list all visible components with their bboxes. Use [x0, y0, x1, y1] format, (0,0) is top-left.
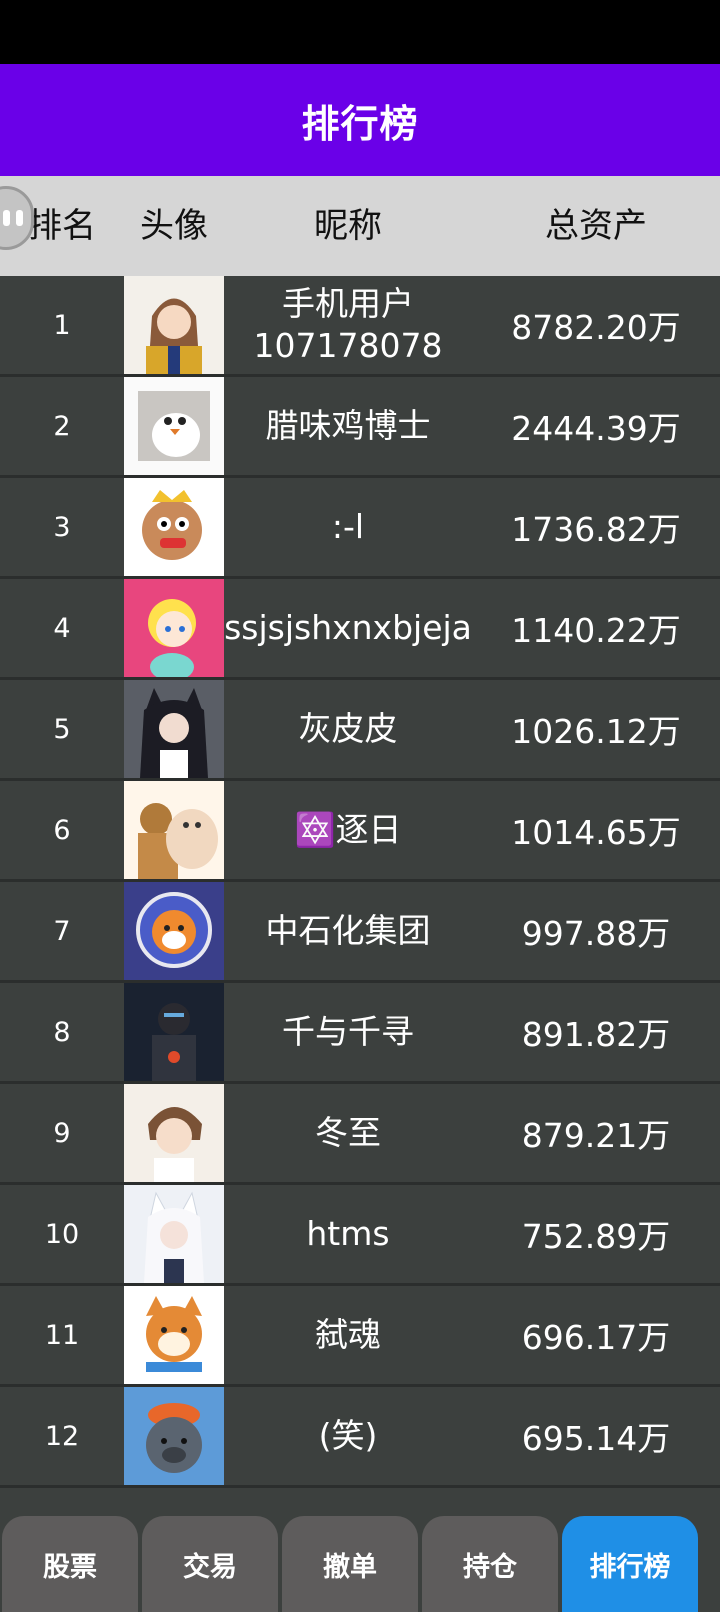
nickname-cell: 灰皮皮: [298, 709, 398, 748]
nickname-cell: :-l: [331, 507, 365, 546]
avatar-cell: [124, 680, 224, 778]
avatar-cell: [124, 377, 224, 475]
status-bar: [0, 0, 720, 64]
avatar-cell: [124, 1185, 224, 1283]
total-assets-cell: 696.17万: [521, 1318, 671, 1357]
table-row[interactable]: 3 :-l 1736.82万: [0, 478, 720, 579]
rank-cell: 10: [44, 1218, 80, 1250]
shiba-dog-avatar[interactable]: [124, 1286, 224, 1384]
total-assets-cell: 1140.22万: [511, 611, 681, 650]
rank-cell: 4: [53, 612, 71, 644]
table-row[interactable]: 11 弑魂 696.17万: [0, 1286, 720, 1387]
table-row[interactable]: 6 🔯逐日 1014.65万: [0, 781, 720, 882]
table-row[interactable]: 7 中石化集团 997.88万: [0, 882, 720, 983]
avatar-cell: [124, 276, 224, 374]
nickname-cell: 🔯逐日: [294, 810, 402, 849]
column-header-assets: 总资产: [545, 206, 647, 246]
total-assets-cell: 891.82万: [521, 1015, 671, 1054]
rank-cell: 7: [53, 915, 71, 947]
nickname-cell: 弑魂: [315, 1315, 381, 1354]
avatar-cell: [124, 882, 224, 980]
shiba-astronaut-avatar[interactable]: [124, 882, 224, 980]
total-assets-cell: 8782.20万: [511, 308, 681, 347]
avatar-cell: [124, 781, 224, 879]
page-title: 排行榜: [0, 64, 720, 176]
pink-cartoon-avatar[interactable]: [124, 579, 224, 677]
nav-button-1[interactable]: 交易: [142, 1516, 278, 1612]
white-bird-avatar[interactable]: [124, 377, 224, 475]
nickname-cell: 腊味鸡博士: [265, 406, 431, 445]
table-row[interactable]: 4 ssjsjshxnxbjeja 1140.22万: [0, 579, 720, 680]
nickname-cell: 冬至: [315, 1113, 381, 1152]
avatar-cell: [124, 1387, 224, 1485]
rank-cell: 5: [53, 713, 71, 745]
avatar-cell: [124, 1084, 224, 1182]
grey-bear-avatar[interactable]: [124, 1387, 224, 1485]
nickname-cell: 手机用户 107178078: [253, 284, 443, 365]
rank-cell: 6: [53, 814, 71, 846]
rank-cell: 2: [53, 410, 71, 442]
total-assets-cell: 1014.65万: [511, 813, 681, 852]
nickname-cell: 千与千寻: [282, 1012, 414, 1051]
table-row[interactable]: 5 灰皮皮 1026.12万: [0, 680, 720, 781]
avatar-cell: [124, 1286, 224, 1384]
rank-cell: 1: [53, 309, 71, 341]
avatar-cell: [124, 983, 224, 1081]
pig-and-man-avatar[interactable]: [124, 781, 224, 879]
rank-cell: 11: [44, 1319, 80, 1351]
cartoon-face-avatar[interactable]: [124, 478, 224, 576]
anime-girl-avatar[interactable]: [124, 276, 224, 374]
rank-cell: 3: [53, 511, 71, 543]
nav-button-3[interactable]: 持仓: [422, 1516, 558, 1612]
bottom-nav: 股票 交易 撤单 持仓 排行榜: [0, 1492, 720, 1612]
avatar-cell: [124, 478, 224, 576]
nav-button-4[interactable]: 排行榜: [562, 1516, 698, 1612]
column-header-nickname: 昵称: [314, 206, 382, 246]
nickname-cell: 中石化集团: [265, 911, 431, 950]
total-assets-cell: 2444.39万: [511, 409, 681, 448]
rank-cell: 9: [53, 1117, 71, 1149]
dark-warrior-avatar[interactable]: [124, 983, 224, 1081]
nickname-cell: htms: [306, 1214, 390, 1253]
rank-cell: 12: [44, 1420, 80, 1452]
column-header-avatar: 头像: [140, 206, 208, 246]
total-assets-cell: 1736.82万: [511, 510, 681, 549]
total-assets-cell: 1026.12万: [511, 712, 681, 751]
nickname-cell: (笑): [318, 1416, 378, 1455]
table-row[interactable]: 9 冬至 879.21万: [0, 1084, 720, 1185]
ranking-list[interactable]: 1 手机用户 107178078 8782.20万 2 腊味鸡博士 2444.39万 3 :-…: [0, 276, 720, 1492]
avatar-cell: [124, 579, 224, 677]
anime-wolf-girl-avatar[interactable]: [124, 680, 224, 778]
table-row[interactable]: 12 (笑) 695.14万: [0, 1387, 720, 1488]
total-assets-cell: 997.88万: [521, 914, 671, 953]
table-row[interactable]: 2 腊味鸡博士 2444.39万: [0, 377, 720, 478]
rank-cell: 8: [53, 1016, 71, 1048]
table-row[interactable]: 1 手机用户 107178078 8782.20万: [0, 276, 720, 377]
total-assets-cell: 879.21万: [521, 1116, 671, 1155]
table-header: 排名 头像 昵称 总资产: [0, 176, 720, 276]
total-assets-cell: 695.14万: [521, 1419, 671, 1458]
nav-button-0[interactable]: 股票: [2, 1516, 138, 1612]
nickname-cell: ssjsjshxnxbjeja: [224, 608, 472, 647]
anime-boy-avatar[interactable]: [124, 1084, 224, 1182]
nav-button-2[interactable]: 撤单: [282, 1516, 418, 1612]
white-fox-girl-avatar[interactable]: [124, 1185, 224, 1283]
table-row[interactable]: 8 千与千寻 891.82万: [0, 983, 720, 1084]
total-assets-cell: 752.89万: [521, 1217, 671, 1256]
table-row[interactable]: 10 htms 752.89万: [0, 1185, 720, 1286]
